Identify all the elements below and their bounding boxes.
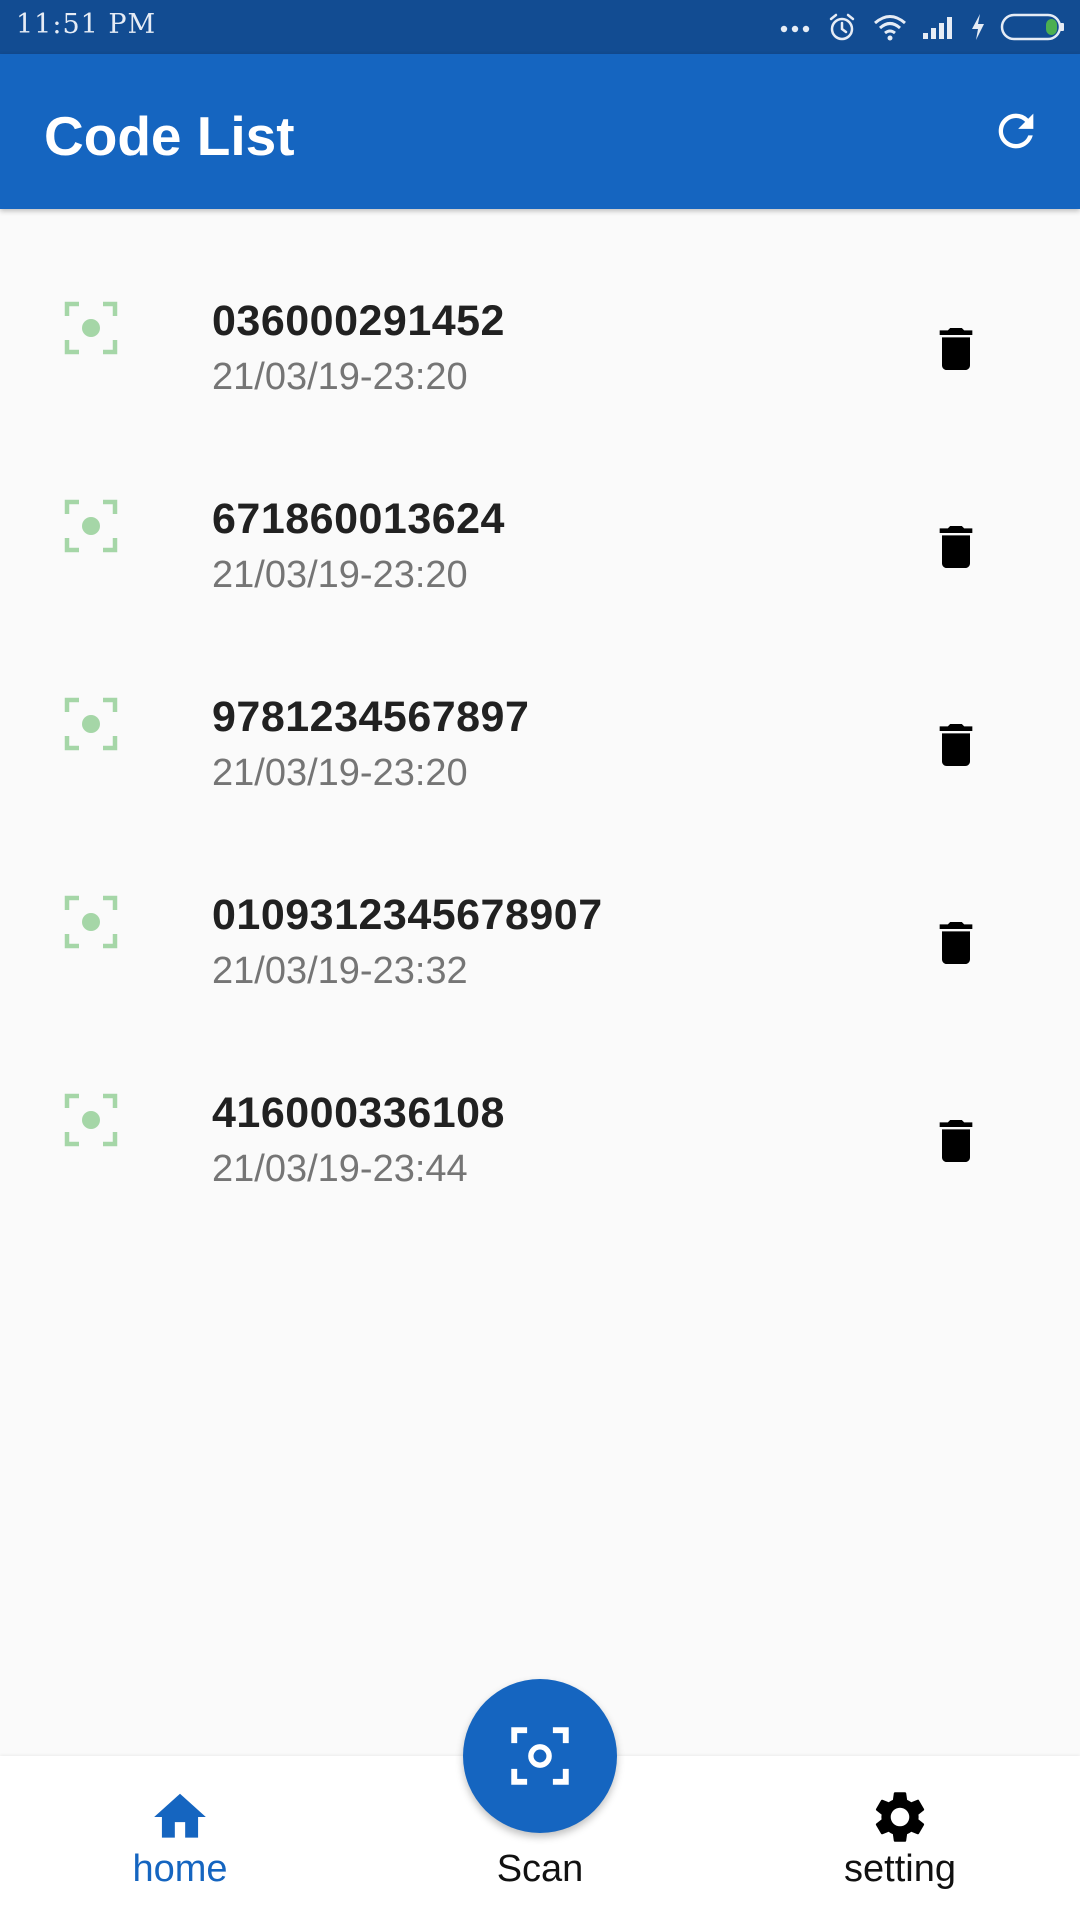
more-dots-icon xyxy=(780,20,812,34)
code-datetime: 21/03/19-23:32 xyxy=(212,950,468,992)
delete-button[interactable] xyxy=(926,1111,986,1171)
battery-icon xyxy=(1000,13,1066,41)
trash-icon xyxy=(939,1120,973,1162)
trash-icon xyxy=(939,526,973,568)
charging-icon xyxy=(970,13,986,41)
list-item[interactable]: 0109312345678907 21/03/19-23:32 xyxy=(0,803,1080,1001)
status-bar: 11:51 PM xyxy=(0,0,1080,54)
list-item[interactable]: 671860013624 21/03/19-23:20 xyxy=(0,407,1080,605)
code-value: 0109312345678907 xyxy=(212,891,603,939)
code-value: 9781234567897 xyxy=(212,693,530,741)
home-icon xyxy=(154,1793,206,1838)
alarm-icon xyxy=(826,11,858,43)
refresh-button[interactable] xyxy=(986,101,1046,161)
gear-icon xyxy=(875,1792,925,1842)
scan-icon xyxy=(511,1727,569,1785)
code-value: 036000291452 xyxy=(212,297,505,345)
wifi-icon xyxy=(872,12,908,42)
delete-button[interactable] xyxy=(926,517,986,577)
delete-button[interactable] xyxy=(926,913,986,973)
trash-icon xyxy=(939,724,973,766)
list-item[interactable]: 416000336108 21/03/19-23:44 xyxy=(0,1001,1080,1199)
nav-item-home[interactable]: home xyxy=(70,1756,290,1920)
delete-button[interactable] xyxy=(926,715,986,775)
page-title: Code List xyxy=(44,105,295,167)
code-datetime: 21/03/19-23:20 xyxy=(212,554,468,596)
status-time: 11:51 PM xyxy=(16,9,157,40)
nav-item-setting[interactable]: setting xyxy=(790,1756,1010,1920)
scan-code-icon xyxy=(64,1093,118,1147)
code-datetime: 21/03/19-23:44 xyxy=(212,1148,468,1190)
nav-label-scan: Scan xyxy=(496,1848,584,1890)
code-datetime: 21/03/19-23:20 xyxy=(212,752,468,794)
refresh-icon xyxy=(998,113,1034,149)
code-datetime: 21/03/19-23:20 xyxy=(212,356,468,398)
scan-code-icon xyxy=(64,499,118,553)
status-icons xyxy=(780,0,1066,54)
signal-icon xyxy=(922,14,956,40)
scan-code-icon xyxy=(64,301,118,355)
trash-icon xyxy=(939,922,973,964)
nav-label-setting: setting xyxy=(844,1848,956,1890)
nav-label-home: home xyxy=(132,1848,228,1890)
list-item[interactable]: 036000291452 21/03/19-23:20 xyxy=(0,209,1080,407)
list-item[interactable]: 9781234567897 21/03/19-23:20 xyxy=(0,605,1080,803)
scan-code-icon xyxy=(64,895,118,949)
delete-button[interactable] xyxy=(926,319,986,379)
code-value: 416000336108 xyxy=(212,1089,505,1137)
trash-icon xyxy=(939,328,973,370)
scan-button[interactable] xyxy=(463,1679,617,1833)
app-bar: Code List xyxy=(0,54,1080,209)
code-value: 671860013624 xyxy=(212,495,505,543)
scan-code-icon xyxy=(64,697,118,751)
